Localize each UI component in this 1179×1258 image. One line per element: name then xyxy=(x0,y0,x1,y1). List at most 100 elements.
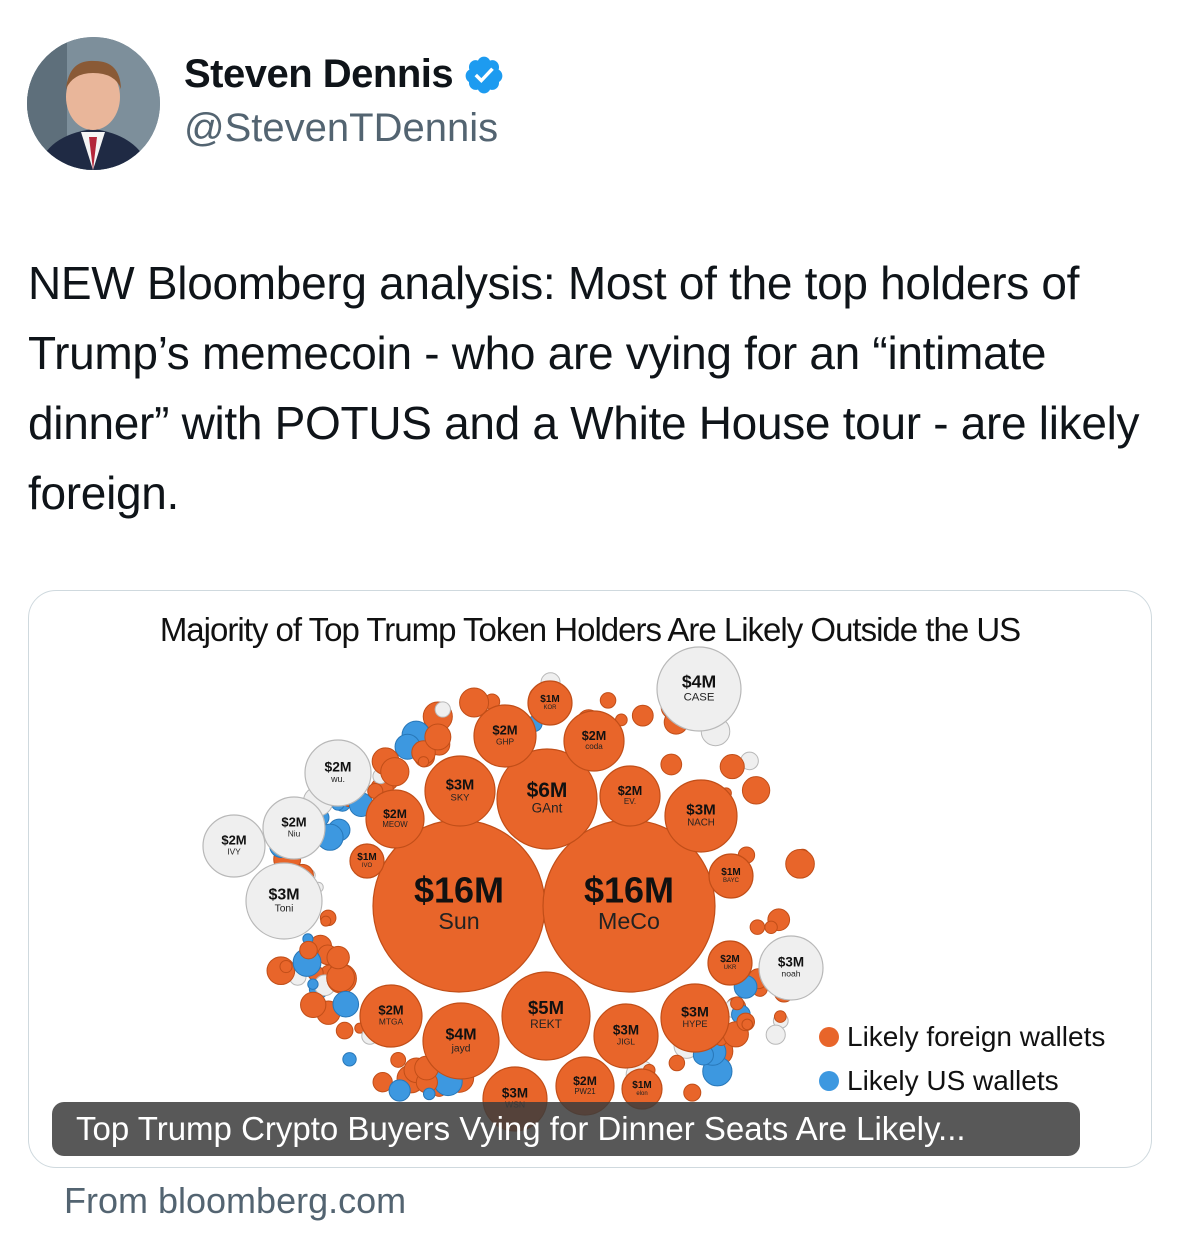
filler-bubble xyxy=(764,920,778,935)
legend-swatch-us xyxy=(819,1071,839,1091)
filler-bubble xyxy=(380,757,410,787)
avatar-photo xyxy=(27,37,160,170)
bubble-nach: $3MNACH xyxy=(664,779,738,853)
bubble-amount: $1M xyxy=(632,1080,651,1091)
bubble-amount: $3M xyxy=(613,1023,639,1038)
bubble-holder-name: KOR xyxy=(543,705,557,711)
filler-bubble xyxy=(730,996,745,1011)
bubble-amount: $2M xyxy=(720,954,739,965)
bubble-amount: $3M xyxy=(268,886,299,903)
filler-bubble xyxy=(390,1052,407,1068)
bubble-kor: $1MKOR xyxy=(527,680,573,726)
bubble-amount: $3M xyxy=(778,955,804,970)
bubble-mtga: $2MMTGA xyxy=(359,984,423,1048)
legend-item-us: Likely US wallets xyxy=(819,1059,1105,1103)
bubble-meow: $2MMEOW xyxy=(365,789,425,849)
bubble-amount: $16M xyxy=(584,870,674,911)
bubble-amount: $1M xyxy=(721,867,740,878)
filler-bubble xyxy=(424,723,452,751)
card-title-overlay[interactable]: Top Trump Crypto Buyers Vying for Dinner… xyxy=(52,1102,1080,1156)
filler-bubble xyxy=(765,1024,786,1045)
bubble-holder-name: MEOW xyxy=(382,820,408,829)
legend-item-foreign: Likely foreign wallets xyxy=(819,1015,1105,1059)
filler-bubble xyxy=(300,991,327,1019)
bubble-amount: $1M xyxy=(357,852,376,863)
filler-bubble xyxy=(741,776,771,805)
bubble-ivy: $2MIVY xyxy=(202,814,266,878)
bubble-ukr: $2MUKR xyxy=(707,940,753,986)
bubble-holder-name: GAnt xyxy=(532,801,563,816)
card-source[interactable]: From bloomberg.com xyxy=(64,1180,406,1222)
bubble-ev: $2MEV. xyxy=(599,765,661,827)
filler-bubble xyxy=(320,915,332,927)
filler-bubble xyxy=(326,945,350,970)
bubble-bayc: $1MBAYC xyxy=(708,853,754,899)
tweet-text: NEW Bloomberg analysis: Most of the top … xyxy=(28,257,1140,519)
bubble-holder-name: REKT xyxy=(530,1017,562,1031)
bubble-sky: $3MSKY xyxy=(424,755,496,827)
bubble-amount: $2M xyxy=(573,1074,597,1088)
bubble-holder-name: coda xyxy=(585,742,603,751)
bubble-amount: $3M xyxy=(502,1086,528,1101)
bubble-toni: $3MToni xyxy=(245,862,323,940)
chart-legend: Likely foreign wallets Likely US wallets xyxy=(819,1015,1105,1103)
bubble-niu: $2MNiu xyxy=(262,796,326,860)
bubble-holder-name: Toni xyxy=(275,903,294,914)
author-name[interactable]: Steven Dennis xyxy=(184,52,454,97)
bubble-amount: $1M xyxy=(540,694,559,705)
bubble-amount: $5M xyxy=(528,997,564,1018)
bubble-holder-name: PW21 xyxy=(574,1087,595,1096)
bubble-amount: $2M xyxy=(383,807,407,821)
author-avatar[interactable] xyxy=(27,37,160,170)
bubble-noah: $3Mnoah xyxy=(758,935,824,1001)
bubble-rekt: $5MREKT xyxy=(501,971,591,1061)
bubble-holder-name: IVO xyxy=(362,863,373,869)
link-card[interactable]: Majority of Top Trump Token Holders Are … xyxy=(28,590,1152,1168)
bubble-jayd: $4Mjayd xyxy=(422,1002,500,1080)
author-handle[interactable]: @StevenTDennis xyxy=(184,106,498,151)
filler-bubble xyxy=(719,754,745,780)
filler-bubble xyxy=(785,849,815,879)
bubble-holder-name: NACH xyxy=(687,818,715,829)
filler-bubble xyxy=(660,753,683,776)
bubble-holder-name: UKR xyxy=(724,965,737,971)
filler-bubble xyxy=(299,940,318,960)
filler-bubble xyxy=(332,990,360,1018)
bubble-amount: $6M xyxy=(527,779,568,802)
filler-bubble xyxy=(417,756,430,768)
filler-bubble xyxy=(683,1083,702,1102)
filler-bubble xyxy=(741,1018,754,1031)
filler-bubble xyxy=(749,919,766,935)
bubble-holder-name: SKY xyxy=(451,792,471,803)
filler-bubble xyxy=(279,959,293,974)
filler-bubble xyxy=(668,1054,686,1072)
bubble-ghp: $2MGHP xyxy=(473,704,537,768)
filler-bubble xyxy=(335,1021,354,1040)
filler-bubble xyxy=(388,1079,411,1102)
bubble-holder-name: IVY xyxy=(227,846,241,856)
bubble-hype: $3MHYPE xyxy=(660,983,730,1053)
bubble-holder-name: CASE xyxy=(684,691,715,703)
bubble-amount: $4M xyxy=(682,671,716,691)
legend-label-us: Likely US wallets xyxy=(847,1065,1059,1096)
bubble-holder-name: MTGA xyxy=(379,1016,404,1026)
bubble-amount: $2M xyxy=(618,784,643,798)
bubble-holder-name: noah xyxy=(781,969,800,979)
filler-bubble xyxy=(422,1087,436,1101)
bubble-amount: $3M xyxy=(446,778,475,794)
filler-bubble xyxy=(434,701,451,718)
bubble-holder-name: Sun xyxy=(438,908,479,934)
bubble-coda: $2Mcoda xyxy=(563,710,625,772)
legend-swatch-foreign xyxy=(819,1027,839,1047)
bubble-holder-name: EV. xyxy=(624,797,636,806)
filler-bubble xyxy=(307,978,319,990)
bubble-holder-name: JIGL xyxy=(617,1037,635,1047)
bubble-ivo: $1MIVO xyxy=(349,843,385,879)
bubble-holder-name: BAYC xyxy=(723,878,740,884)
bubble-amount: $2M xyxy=(325,759,352,775)
bubble-wu: $2Mwu. xyxy=(304,739,372,807)
bubble-holder-name: Niu xyxy=(288,828,301,838)
bubble-amount: $16M xyxy=(414,870,504,911)
filler-bubble xyxy=(599,692,617,709)
bubble-holder-name: GHP xyxy=(496,736,515,746)
